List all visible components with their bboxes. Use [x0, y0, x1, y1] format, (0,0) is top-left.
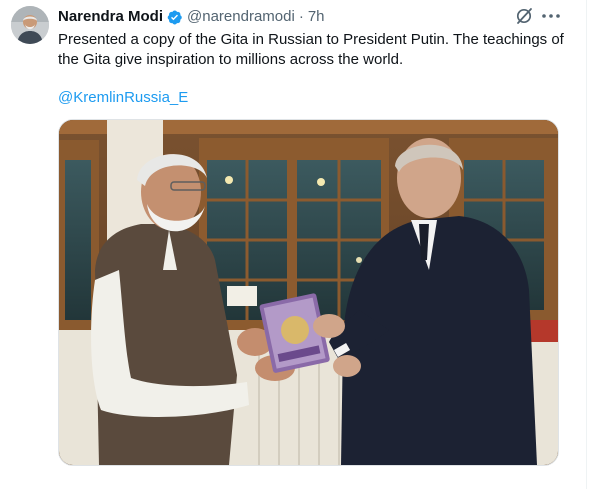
avatar-image	[11, 6, 49, 44]
tweet-photo[interactable]	[58, 119, 559, 466]
tweet-card[interactable]: Narendra Modi @narendramodi · 7h Present…	[0, 0, 600, 489]
tweet-timestamp[interactable]: 7h	[308, 7, 325, 27]
tweet-header: Narendra Modi @narendramodi · 7h	[58, 7, 325, 27]
photo-image	[59, 120, 558, 465]
author-handle[interactable]: @narendramodi	[187, 7, 295, 27]
verified-badge-icon	[166, 9, 183, 26]
grok-icon[interactable]	[514, 6, 534, 26]
tweet-text: Presented a copy of the Gita in Russian …	[58, 31, 564, 68]
column-divider	[586, 0, 587, 489]
header-actions	[514, 6, 562, 26]
author-display-name[interactable]: Narendra Modi	[58, 7, 163, 27]
header-separator: ·	[298, 8, 304, 25]
avatar[interactable]	[11, 6, 49, 44]
mention-link[interactable]: @KremlinRussia_E	[58, 88, 188, 108]
more-dots-icon[interactable]	[540, 6, 562, 26]
